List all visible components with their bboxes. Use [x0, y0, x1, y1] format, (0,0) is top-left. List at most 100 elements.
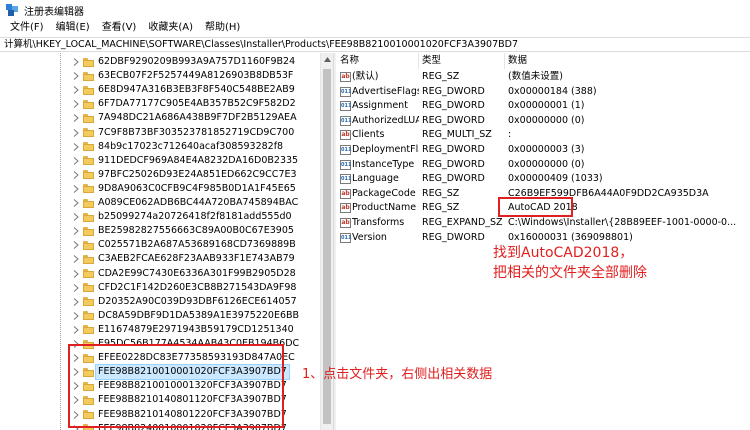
chevron-right-icon[interactable]	[71, 281, 81, 295]
menu-file[interactable]: 文件(F)	[4, 20, 50, 36]
tree-item[interactable]: 911DEDCF969A84E4A8232DA16D0B2335	[0, 154, 320, 168]
tree-item[interactable]: CDA2E99C7430E6336A301F99B2905D28	[0, 267, 320, 281]
tree-item-label: CFD2C1F142D260E3CB8B271543DA9F98	[98, 281, 297, 293]
folder-icon	[83, 226, 94, 236]
value-type: REG_DWORD	[422, 158, 485, 170]
tree-item[interactable]: 7C9F8B73BF303523781852719CD9C700	[0, 126, 320, 140]
value-data: 0x16000031 (369098801)	[508, 231, 633, 243]
tree-item-label: 97BFC25026D93E24A851ED662C9CC7E3	[98, 168, 297, 180]
value-name: Language	[352, 173, 399, 185]
binary-value-icon: 011	[340, 145, 352, 155]
list-row[interactable]: 011 Assignment REG_DWORD 0x00000001 (1)	[337, 99, 750, 114]
tree-item-label: DC8A59DBF9D1DA5389A1E3975220E6BB	[98, 309, 300, 321]
folder-icon	[83, 142, 94, 152]
chevron-right-icon[interactable]	[71, 126, 81, 140]
chevron-right-icon[interactable]	[71, 252, 81, 266]
list-row[interactable]: 011 InstanceType REG_DWORD 0x00000000 (0)	[337, 158, 750, 173]
value-name: DeploymentFla...	[352, 144, 419, 155]
tree-item[interactable]: 6F7DA77177C905E4AB357B52C9F582D2	[0, 97, 320, 111]
value-type: REG_DWORD	[422, 114, 485, 126]
title-bar: 注册表编辑器	[0, 0, 750, 20]
binary-value-icon: 011	[340, 232, 352, 243]
tree-item[interactable]: CFD2C1F142D260E3CB8B271543DA9F98	[0, 281, 320, 295]
tree-item-label: 6E8D947A316B3EB3F8F540C548BE2AB9	[98, 84, 295, 96]
tree-item[interactable]: 7A948DC21A686A438B9F7DF2B5129AEA	[0, 111, 320, 125]
tree-item[interactable]: 6E8D947A316B3EB3F8F540C548BE2AB9	[0, 83, 320, 97]
chevron-right-icon[interactable]	[71, 267, 81, 281]
tree-item-label: A089CE062ADB6BC44A720BA745894BAC	[98, 197, 299, 209]
folder-icon	[83, 254, 94, 264]
annotation-click-folder: 1、点击文件夹，右侧出相关数据	[302, 367, 493, 382]
tree-item[interactable]: 63ECB07F2F5257449A8126903B8DB53F	[0, 69, 320, 83]
chevron-right-icon[interactable]	[71, 210, 81, 224]
column-header-type[interactable]: 类型	[419, 53, 505, 69]
tree-item[interactable]: 62DBF9290209B993A9A757D1160F9B24	[0, 55, 320, 69]
chevron-right-icon[interactable]	[71, 309, 81, 323]
highlight-productname-box	[498, 197, 573, 217]
value-name: Clients	[352, 129, 385, 141]
menu-edit[interactable]: 编辑(E)	[50, 20, 96, 36]
tree-item-label: BE25982827556663C89A00B0C67E3905	[98, 225, 294, 237]
column-header-data[interactable]: 数据	[505, 53, 750, 69]
list-header: 名称 类型 数据	[337, 53, 750, 69]
tree-item[interactable]: C3AEB2FCAE628F23AAB933F1E743AB79	[0, 252, 320, 266]
list-row[interactable]: 011 AdvertiseFlags REG_DWORD 0x00000184 (38…	[337, 85, 750, 100]
menu-favorites[interactable]: 收藏夹(A)	[142, 20, 199, 36]
chevron-right-icon[interactable]	[71, 238, 81, 252]
chevron-right-icon[interactable]	[71, 224, 81, 238]
string-value-icon: ab	[340, 203, 351, 214]
column-header-name[interactable]: 名称	[337, 53, 419, 69]
list-row[interactable]: 011 Language REG_DWORD 0x00000409 (1033)	[337, 172, 750, 187]
menu-view[interactable]: 查看(V)	[96, 20, 143, 36]
chevron-right-icon[interactable]	[71, 323, 81, 337]
chevron-right-icon[interactable]	[71, 83, 81, 97]
annotation-find-autocad: 找到AutoCAD2018，	[493, 245, 634, 261]
tree-item[interactable]: 97BFC25026D93E24A851ED662C9CC7E3	[0, 168, 320, 182]
tree-item[interactable]: E11674879E2971943B59179CD1251340	[0, 323, 320, 337]
folder-icon	[83, 156, 94, 166]
chevron-right-icon[interactable]	[71, 154, 81, 168]
value-name: (默认)	[352, 71, 379, 82]
tree-item-label: 9D8A9063C0CFB9C4F985B0D1A1F45E65	[98, 182, 296, 194]
tree-item[interactable]: b25099274a20726418f2f8181add555d0	[0, 210, 320, 224]
tree-item[interactable]: 84b9c17023c712640acaf308593282f8	[0, 140, 320, 154]
chevron-right-icon[interactable]	[71, 55, 81, 69]
list-row[interactable]: ab Transforms REG_EXPAND_SZ C:\Windows\Inst…	[337, 216, 750, 231]
tree-item[interactable]: 9D8A9063C0CFB9C4F985B0D1A1F45E65	[0, 182, 320, 196]
binary-value-icon: 011	[340, 115, 352, 126]
chevron-right-icon[interactable]	[71, 295, 81, 309]
folder-icon	[83, 128, 94, 138]
menu-help[interactable]: 帮助(H)	[199, 20, 246, 36]
value-name: Transforms	[352, 217, 405, 228]
tree-item[interactable]: D20352A90C039D93DBF6126ECE614057	[0, 295, 320, 309]
chevron-right-icon[interactable]	[71, 140, 81, 154]
tree-item[interactable]: DC8A59DBF9D1DA5389A1E3975220E6BB	[0, 309, 320, 323]
chevron-right-icon[interactable]	[71, 97, 81, 111]
list-row[interactable]: 011 Version REG_DWORD 0x16000031 (369098801…	[337, 231, 750, 246]
list-row[interactable]: ab (默认) REG_SZ (数值未设置)	[337, 70, 750, 85]
highlight-folders-box	[68, 344, 284, 428]
list-row[interactable]: 011DeploymentFla...REG_DWORD 0x00000003 (…	[337, 143, 750, 158]
tree-item-label: C025571B2A687A53689168CD7369889B	[98, 239, 296, 251]
tree-item[interactable]: BE25982827556663C89A00B0C67E3905	[0, 224, 320, 238]
tree-item-label: 7C9F8B73BF303523781852719CD9C700	[98, 126, 295, 138]
tree-item[interactable]: A089CE062ADB6BC44A720BA745894BAC	[0, 196, 320, 210]
folder-icon	[83, 311, 94, 321]
chevron-right-icon[interactable]	[71, 69, 81, 83]
chevron-right-icon[interactable]	[71, 182, 81, 196]
chevron-right-icon[interactable]	[71, 168, 81, 182]
chevron-right-icon[interactable]	[71, 111, 81, 125]
tree-item-label: CDA2E99C7430E6336A301F99B2905D28	[98, 267, 296, 279]
annotation-delete-folders: 把相关的文件夹全部删除	[493, 265, 647, 281]
list-row[interactable]: ab Clients REG_MULTI_SZ:	[337, 128, 750, 143]
value-data: 0x00000000 (0)	[508, 158, 585, 170]
value-type: REG_DWORD	[422, 231, 485, 243]
folder-icon	[83, 240, 94, 250]
chevron-right-icon[interactable]	[71, 196, 81, 210]
list-row[interactable]: 011AuthorizedLUA...REG_DWORD 0x00000000 (…	[337, 114, 750, 129]
address-bar[interactable]: 计算机\HKEY_LOCAL_MACHINE\SOFTWARE\Classes\…	[0, 37, 750, 52]
scroll-up-arrow-icon[interactable]	[321, 53, 333, 66]
tree-item[interactable]: C025571B2A687A53689168CD7369889B	[0, 238, 320, 252]
value-name: ProductName	[352, 202, 417, 214]
tree-item-label: 63ECB07F2F5257449A8126903B8DB53F	[98, 70, 294, 82]
